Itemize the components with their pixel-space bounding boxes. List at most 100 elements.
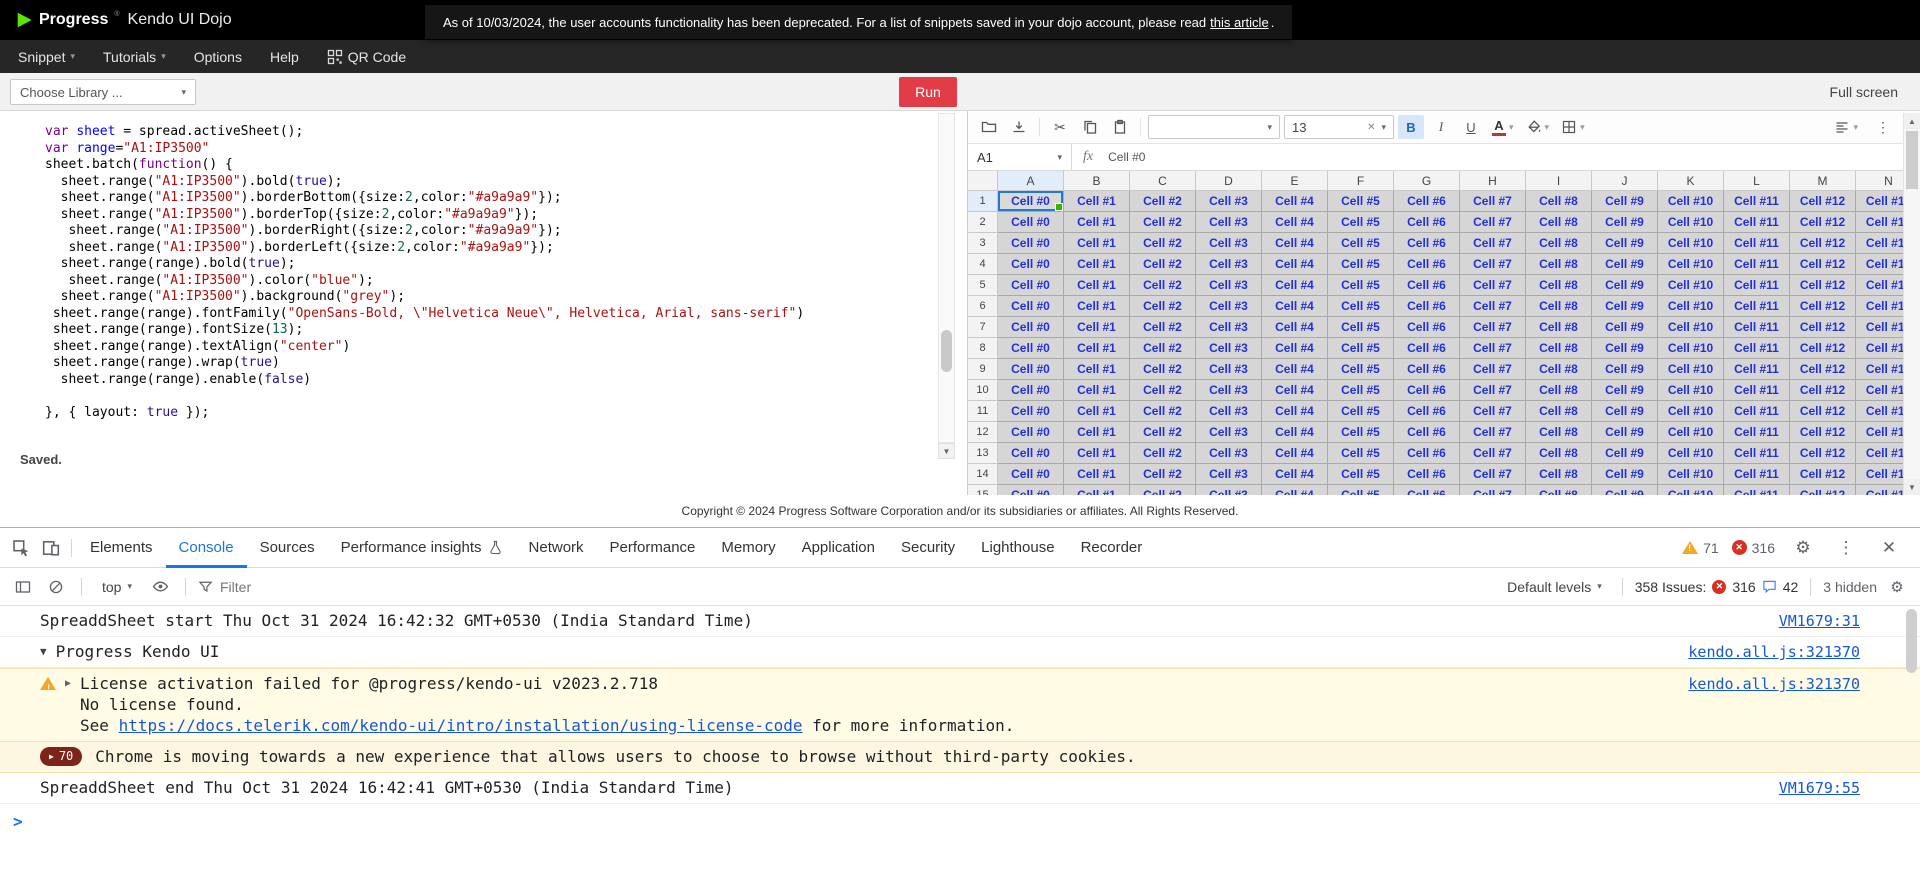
cell-B3[interactable]: Cell #1: [1064, 233, 1130, 254]
cell-K5[interactable]: Cell #10: [1658, 275, 1724, 296]
cell-A4[interactable]: Cell #0: [998, 254, 1064, 275]
tab-sources[interactable]: Sources: [247, 528, 328, 568]
cell-C2[interactable]: Cell #2: [1130, 212, 1196, 233]
cell-J5[interactable]: Cell #9: [1592, 275, 1658, 296]
tab-network[interactable]: Network: [516, 528, 597, 568]
scroll-up-arrow[interactable]: ▲: [1904, 113, 1920, 129]
cell-D9[interactable]: Cell #3: [1196, 359, 1262, 380]
cell-D8[interactable]: Cell #3: [1196, 338, 1262, 359]
scrollbar-down-arrow[interactable]: ▼: [938, 443, 955, 459]
cell-B9[interactable]: Cell #1: [1064, 359, 1130, 380]
scroll-down-arrow[interactable]: ▼: [1904, 479, 1920, 495]
cell-E15[interactable]: Cell #4: [1262, 485, 1328, 495]
cell-D2[interactable]: Cell #3: [1196, 212, 1262, 233]
cell-D5[interactable]: Cell #3: [1196, 275, 1262, 296]
context-selector[interactable]: top ▾: [94, 576, 140, 598]
cell-K2[interactable]: Cell #10: [1658, 212, 1724, 233]
violation-count-badge[interactable]: ▶70: [40, 747, 82, 766]
cell-M7[interactable]: Cell #12: [1790, 317, 1856, 338]
cell-N13[interactable]: Cell #13: [1856, 443, 1904, 464]
cell-H14[interactable]: Cell #7: [1460, 464, 1526, 485]
cell-J2[interactable]: Cell #9: [1592, 212, 1658, 233]
console-scrollbar[interactable]: [1906, 609, 1917, 875]
cell-K10[interactable]: Cell #10: [1658, 380, 1724, 401]
cell-B14[interactable]: Cell #1: [1064, 464, 1130, 485]
cell-J11[interactable]: Cell #9: [1592, 401, 1658, 422]
tab-application[interactable]: Application: [789, 528, 888, 568]
cell-E6[interactable]: Cell #4: [1262, 296, 1328, 317]
cell-G14[interactable]: Cell #6: [1394, 464, 1460, 485]
cell-L13[interactable]: Cell #11: [1724, 443, 1790, 464]
cell-H7[interactable]: Cell #7: [1460, 317, 1526, 338]
cell-F7[interactable]: Cell #5: [1328, 317, 1394, 338]
row-header-5[interactable]: 5: [968, 275, 998, 296]
cell-J7[interactable]: Cell #9: [1592, 317, 1658, 338]
cell-N9[interactable]: Cell #13: [1856, 359, 1904, 380]
tab-recorder[interactable]: Recorder: [1068, 528, 1156, 568]
more-options-icon[interactable]: ⋮: [1831, 533, 1861, 563]
cell-C4[interactable]: Cell #2: [1130, 254, 1196, 275]
cell-L3[interactable]: Cell #11: [1724, 233, 1790, 254]
cell-J12[interactable]: Cell #9: [1592, 422, 1658, 443]
column-header-F[interactable]: F: [1328, 171, 1394, 191]
cell-G6[interactable]: Cell #6: [1394, 296, 1460, 317]
cell-H9[interactable]: Cell #7: [1460, 359, 1526, 380]
cell-I2[interactable]: Cell #8: [1526, 212, 1592, 233]
row-header-11[interactable]: 11: [968, 401, 998, 422]
cell-E13[interactable]: Cell #4: [1262, 443, 1328, 464]
cell-M13[interactable]: Cell #12: [1790, 443, 1856, 464]
cell-J3[interactable]: Cell #9: [1592, 233, 1658, 254]
cell-H13[interactable]: Cell #7: [1460, 443, 1526, 464]
cell-I12[interactable]: Cell #8: [1526, 422, 1592, 443]
cell-D11[interactable]: Cell #3: [1196, 401, 1262, 422]
console-messages-area[interactable]: SpreaddSheet start Thu Oct 31 2024 16:42…: [0, 606, 1920, 878]
cell-K7[interactable]: Cell #10: [1658, 317, 1724, 338]
cell-E1[interactable]: Cell #4: [1262, 191, 1328, 212]
cell-A14[interactable]: Cell #0: [998, 464, 1064, 485]
cell-M14[interactable]: Cell #12: [1790, 464, 1856, 485]
cell-C15[interactable]: Cell #2: [1130, 485, 1196, 495]
cell-G12[interactable]: Cell #6: [1394, 422, 1460, 443]
cell-F9[interactable]: Cell #5: [1328, 359, 1394, 380]
cell-C14[interactable]: Cell #2: [1130, 464, 1196, 485]
error-counter[interactable]: ✕ 316: [1732, 540, 1775, 556]
console-filter-input[interactable]: [220, 579, 1492, 595]
tab-memory[interactable]: Memory: [708, 528, 788, 568]
code-editor[interactable]: var sheet = spread.activeSheet();var ran…: [0, 111, 938, 455]
column-header-E[interactable]: E: [1262, 171, 1328, 191]
column-header-L[interactable]: L: [1724, 171, 1790, 191]
row-header-9[interactable]: 9: [968, 359, 998, 380]
cell-F8[interactable]: Cell #5: [1328, 338, 1394, 359]
cell-G2[interactable]: Cell #6: [1394, 212, 1460, 233]
cell-E2[interactable]: Cell #4: [1262, 212, 1328, 233]
cell-G8[interactable]: Cell #6: [1394, 338, 1460, 359]
column-header-N[interactable]: N: [1856, 171, 1904, 191]
column-header-M[interactable]: M: [1790, 171, 1856, 191]
cell-E12[interactable]: Cell #4: [1262, 422, 1328, 443]
live-expression-eye-icon[interactable]: [147, 574, 173, 600]
row-header-1[interactable]: 1: [968, 191, 998, 212]
cell-M3[interactable]: Cell #12: [1790, 233, 1856, 254]
cell-G1[interactable]: Cell #6: [1394, 191, 1460, 212]
cell-C12[interactable]: Cell #2: [1130, 422, 1196, 443]
row-header-8[interactable]: 8: [968, 338, 998, 359]
cell-I10[interactable]: Cell #8: [1526, 380, 1592, 401]
cell-C1[interactable]: Cell #2: [1130, 191, 1196, 212]
tab-performance[interactable]: Performance: [597, 528, 709, 568]
cell-B5[interactable]: Cell #1: [1064, 275, 1130, 296]
cell-G13[interactable]: Cell #6: [1394, 443, 1460, 464]
fullscreen-button[interactable]: Full screen: [1830, 73, 1898, 111]
cell-C8[interactable]: Cell #2: [1130, 338, 1196, 359]
spreadsheet-vertical-scrollbar[interactable]: ▲ ▼: [1903, 113, 1920, 495]
cell-M6[interactable]: Cell #12: [1790, 296, 1856, 317]
cell-D7[interactable]: Cell #3: [1196, 317, 1262, 338]
cell-H12[interactable]: Cell #7: [1460, 422, 1526, 443]
cell-D12[interactable]: Cell #3: [1196, 422, 1262, 443]
export-button[interactable]: [1006, 115, 1032, 139]
cell-I8[interactable]: Cell #8: [1526, 338, 1592, 359]
brand-logo[interactable]: Progress ® Kendo UI Dojo: [16, 11, 232, 29]
cell-G15[interactable]: Cell #6: [1394, 485, 1460, 495]
cell-B4[interactable]: Cell #1: [1064, 254, 1130, 275]
tab-lighthouse[interactable]: Lighthouse: [968, 528, 1067, 568]
cell-name-box[interactable]: A1 ▾: [968, 144, 1072, 170]
